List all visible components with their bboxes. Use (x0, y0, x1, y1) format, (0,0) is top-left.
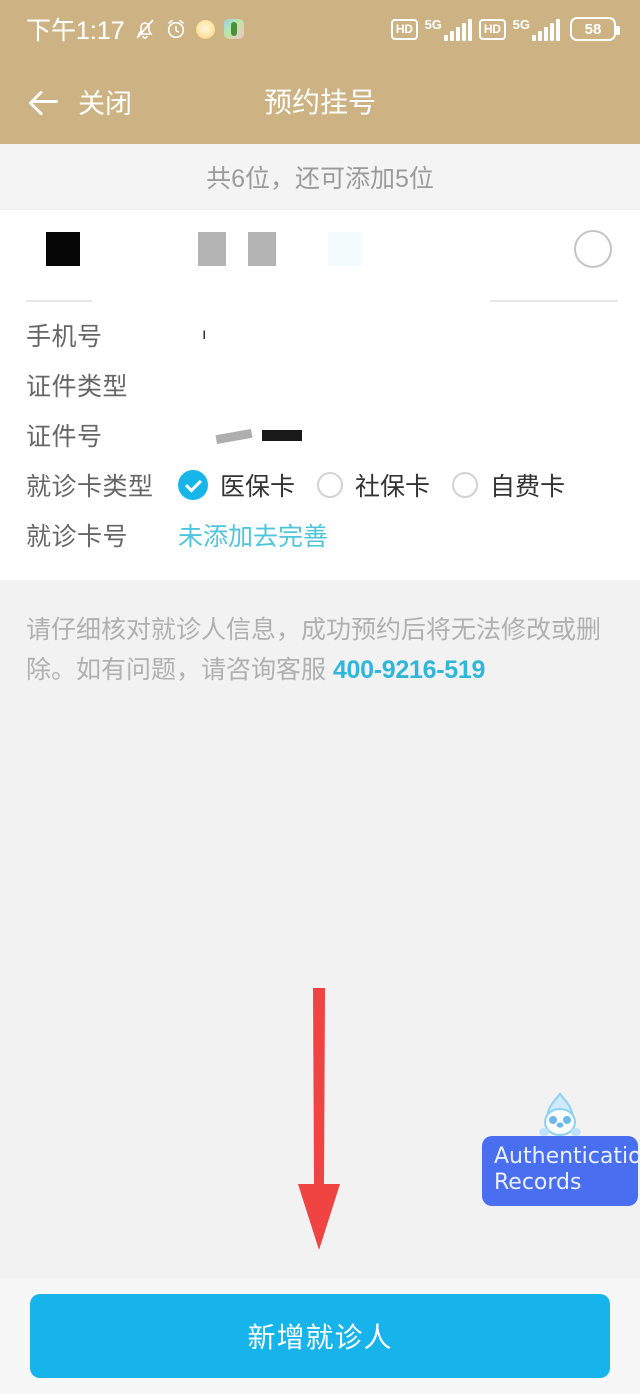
app-header: 关闭 预约挂号 (0, 58, 640, 144)
signal-sim1: 5G (425, 18, 472, 41)
status-bar: 下午1:17 HD 5G HD 5G 58 (0, 0, 640, 58)
patient-name-row[interactable] (0, 230, 640, 310)
row-card-type[interactable]: 就诊卡类型 医保卡 社保卡 自费卡 (0, 460, 640, 510)
redaction-block-3 (248, 232, 276, 266)
card-type-label-0: 医保卡 (220, 473, 296, 501)
patient-name-redacted (44, 232, 514, 266)
close-label: 关闭 (78, 88, 132, 119)
orange-dot-icon (195, 19, 215, 39)
add-patient-button[interactable]: 新增就诊人 (30, 1294, 610, 1378)
redaction-smudge-2 (262, 430, 302, 441)
auth-badge-line-1: Authentication (494, 1144, 640, 1169)
battery-percent: 58 (584, 20, 602, 38)
card-type-radio-group[interactable]: 医保卡 社保卡 自费卡 (178, 467, 587, 503)
patient-select-radio[interactable] (574, 230, 612, 268)
status-bar-left: 下午1:17 (26, 11, 244, 47)
auth-badge-line-2: Records (494, 1170, 582, 1195)
value-phone: ı (202, 326, 207, 343)
authentication-records-widget[interactable]: Authentication Records (480, 1092, 640, 1206)
radio-unchecked-icon-1[interactable] (317, 472, 344, 498)
patient-count-text: 共6位，还可添加5位 (206, 164, 434, 193)
app-badge-icon (223, 19, 244, 39)
network-label-sim2: 5G (512, 16, 530, 32)
complete-card-link[interactable]: 未添加去完善 (178, 517, 328, 553)
authentication-records-badge[interactable]: Authentication Records (482, 1136, 640, 1206)
label-card-type: 就诊卡类型 (26, 473, 154, 501)
patient-count-strip: 共6位，还可添加5位 (0, 144, 640, 210)
battery-icon: 58 (570, 17, 620, 41)
patient-card[interactable]: 手机号 ı 证件类型 证件号 就诊卡类型 医保卡 社保卡 自费卡 就诊卡号 未添… (0, 210, 640, 580)
hd-badge-sim2: HD (478, 18, 506, 40)
notice-text: 请仔细核对就诊人信息，成功预约后将无法修改或删除。如有问题，请咨询客服 400-… (0, 580, 640, 690)
card-type-option-medical-insurance[interactable]: 医保卡 (178, 467, 295, 503)
card-type-option-social-security[interactable]: 社保卡 (317, 467, 430, 503)
underline-left (26, 300, 92, 302)
row-id-type: 证件类型 (0, 360, 640, 410)
card-type-label-1: 社保卡 (355, 473, 431, 501)
back-arrow-icon[interactable] (30, 86, 60, 116)
status-bar-right: HD 5G HD 5G 58 (390, 17, 620, 41)
radio-checked-icon[interactable] (178, 470, 208, 500)
redaction-block-1 (46, 232, 80, 266)
bell-muted-icon (134, 17, 156, 41)
signal-sim2: 5G (513, 18, 560, 41)
support-phone-number[interactable]: 400-9216-519 (333, 656, 485, 684)
card-type-option-self-pay[interactable]: 自费卡 (452, 467, 565, 503)
redaction-block-2 (198, 232, 226, 266)
notice-body: 请仔细核对就诊人信息，成功预约后将无法修改或删除。如有问题，请咨询客服 (26, 616, 602, 684)
label-id-number: 证件号 (26, 423, 103, 451)
alarm-clock-icon (165, 18, 187, 40)
status-time: 下午1:17 (26, 17, 125, 45)
label-phone: 手机号 (26, 323, 103, 351)
label-id-type: 证件类型 (26, 373, 129, 401)
redaction-block-4 (328, 232, 362, 266)
signal-bars-sim1 (443, 18, 472, 41)
row-phone: 手机号 ı (0, 310, 640, 360)
card-type-label-2: 自费卡 (490, 473, 566, 501)
label-card-number: 就诊卡号 (26, 523, 129, 551)
bottom-action-bar: 新增就诊人 (0, 1278, 640, 1394)
network-label-sim1: 5G (424, 16, 442, 32)
signal-bars-sim2 (532, 18, 560, 41)
row-card-number[interactable]: 就诊卡号 未添加去完善 (0, 510, 640, 560)
app-screen: 下午1:17 HD 5G HD 5G 58 关闭 预约挂号 共6位，还可添加5位… (0, 0, 640, 1394)
row-id-number: 证件号 (0, 410, 640, 460)
underline-right (490, 300, 618, 302)
close-button[interactable]: 关闭 (30, 82, 132, 121)
hd-badge-sim1: HD (390, 18, 418, 40)
down-arrow-annotation (298, 988, 340, 1250)
radio-unchecked-icon-2[interactable] (452, 472, 479, 498)
